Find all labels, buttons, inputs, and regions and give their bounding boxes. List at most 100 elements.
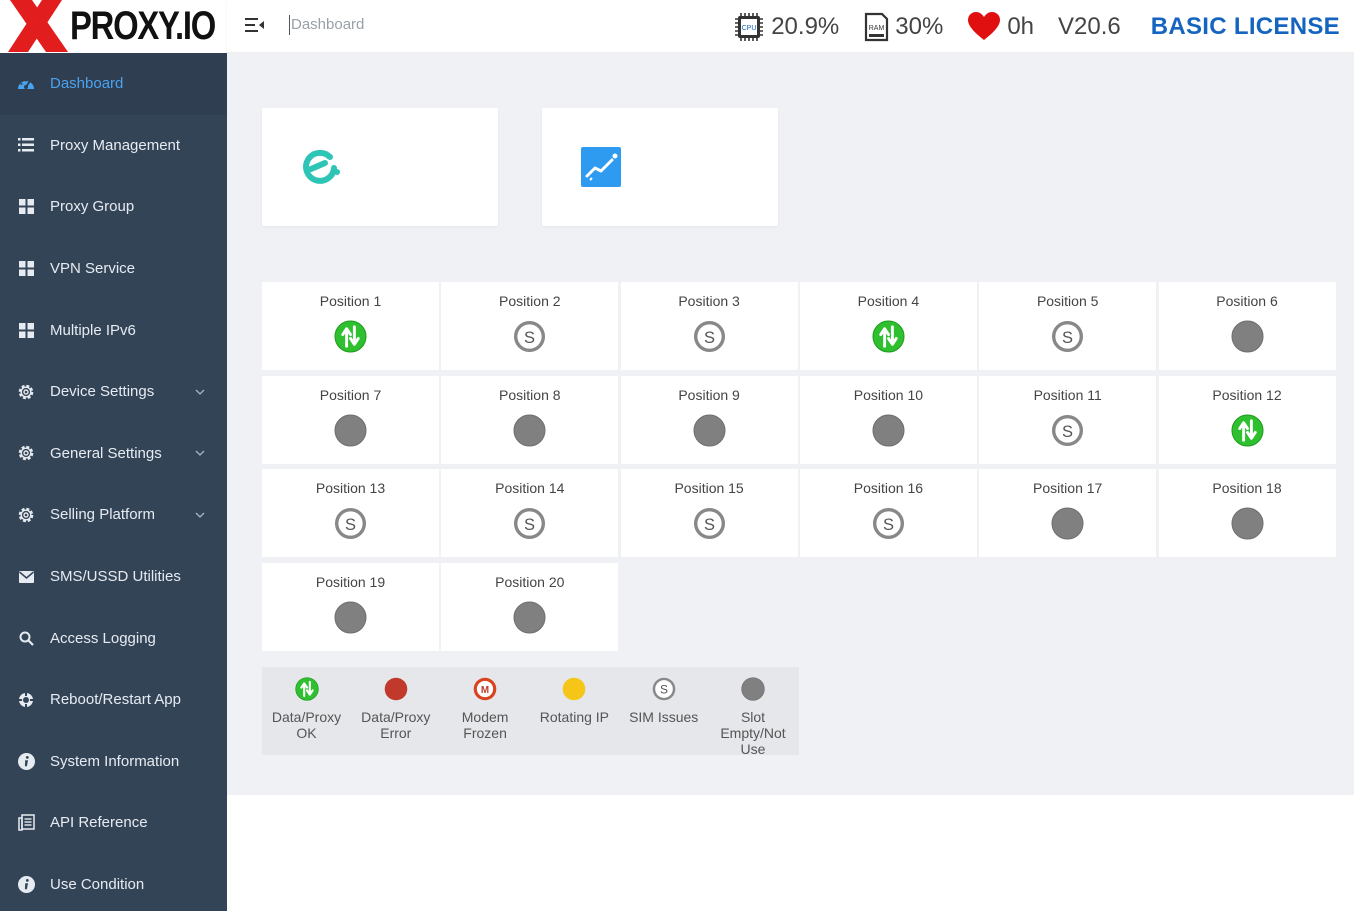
status-ok-icon[interactable] <box>872 320 905 353</box>
license-label[interactable]: BASIC LICENSE <box>1151 13 1340 41</box>
position-label: Position 7 <box>319 386 382 403</box>
topbar: Dashboard CPU 20.9% RAM 30% 0h V20.6 BAS… <box>227 0 1354 53</box>
status-empty-icon[interactable] <box>872 414 905 447</box>
legend-item: Data/Proxy Error <box>351 677 440 741</box>
status-empty-icon[interactable] <box>1230 320 1264 353</box>
position-cell[interactable]: Position 12 <box>1158 375 1336 464</box>
grid-icon <box>17 321 35 339</box>
list-icon <box>17 136 35 154</box>
cpu-icon: CPU <box>735 12 764 41</box>
position-cell[interactable]: Position 8 <box>441 375 619 464</box>
position-cell[interactable]: Position 18 <box>1158 469 1336 558</box>
position-label: Position 10 <box>853 386 924 403</box>
widget-card-chart[interactable] <box>542 108 778 226</box>
status-ok-icon[interactable] <box>334 320 367 353</box>
legend-ok-icon <box>294 677 319 701</box>
position-cell[interactable]: Position 9 <box>620 375 798 464</box>
status-bar: CPU 20.9% RAM 30% 0h V20.6 BASIC LICENSE <box>709 0 1340 53</box>
sidebar-item-label: Access Logging <box>50 629 156 647</box>
sidebar-item-label: API Reference <box>50 814 148 832</box>
svg-text:S: S <box>704 329 715 347</box>
legend-rotating-icon <box>563 677 586 701</box>
position-label: Position 4 <box>857 293 920 309</box>
position-cell[interactable]: Position 17 <box>979 469 1157 558</box>
position-label: Position 1 <box>319 293 382 309</box>
sidebar-item-reboot-restart[interactable]: Reboot/Restart App <box>0 669 227 731</box>
svg-text:S: S <box>704 516 715 534</box>
status-empty-icon[interactable] <box>334 414 367 447</box>
position-cell[interactable]: Position 4 <box>799 282 977 370</box>
position-cell[interactable]: Position 11 S <box>979 375 1157 464</box>
position-cell[interactable]: Position 2 S <box>441 282 619 370</box>
legend-empty-icon <box>741 677 765 701</box>
footer-area <box>227 795 1354 911</box>
position-label: Position 3 <box>678 293 740 309</box>
status-sim-icon[interactable]: S <box>513 320 546 353</box>
position-label: Position 8 <box>499 386 561 403</box>
main-content: Position 1 Position 2 S Position 3 S Position… <box>227 53 1354 795</box>
position-cell[interactable]: Position 1 <box>262 282 439 370</box>
sidebar-item-selling-platform[interactable]: Selling Platform <box>0 484 227 546</box>
sidebar-item-general-settings[interactable]: General Settings <box>0 423 227 485</box>
status-sim-icon[interactable]: S <box>334 507 367 540</box>
sidebar-item-sms-ussd[interactable]: SMS/USSD Utilities <box>0 546 227 608</box>
status-empty-icon[interactable] <box>513 601 546 634</box>
position-cell[interactable]: Position 20 <box>441 562 619 651</box>
status-sim-icon[interactable]: S <box>693 320 726 353</box>
sidebar-item-vpn-service[interactable]: VPN Service <box>0 238 227 300</box>
svg-text:S: S <box>524 329 535 347</box>
status-empty-icon[interactable] <box>334 601 367 634</box>
trend-chart-icon <box>581 147 621 187</box>
breadcrumb: Dashboard <box>289 15 365 35</box>
status-sim-icon[interactable]: S <box>1051 320 1084 353</box>
menu-toggle-icon[interactable] <box>245 16 265 34</box>
status-empty-icon[interactable] <box>513 414 546 447</box>
svg-text:S: S <box>345 516 356 534</box>
position-cell[interactable]: Position 5 S <box>979 282 1157 370</box>
status-sim-icon[interactable]: S <box>1051 414 1084 447</box>
sidebar-item-proxy-management[interactable]: Proxy Management <box>0 115 227 177</box>
sidebar-item-device-settings[interactable]: Device Settings <box>0 361 227 423</box>
status-empty-icon[interactable] <box>693 414 726 447</box>
widget-card-e[interactable] <box>262 108 498 226</box>
position-label: Position 5 <box>1036 293 1099 309</box>
dashboard-icon <box>17 75 35 93</box>
position-cell[interactable]: Position 10 <box>799 375 977 464</box>
svg-text:S: S <box>524 516 535 534</box>
status-empty-icon[interactable] <box>1051 507 1084 540</box>
status-sim-icon[interactable]: S <box>872 507 905 540</box>
cpu-chip-label: CPU <box>742 25 757 32</box>
position-cell[interactable]: Position 3 S <box>620 282 798 370</box>
status-ok-icon[interactable] <box>1230 414 1264 447</box>
sidebar-item-proxy-group[interactable]: Proxy Group <box>0 176 227 238</box>
sidebar-item-multiple-ipv6[interactable]: Multiple IPv6 <box>0 299 227 361</box>
chevron-down-icon <box>195 389 205 395</box>
position-cell[interactable]: Position 13 S <box>262 469 439 558</box>
position-cell[interactable]: Position 16 S <box>799 469 977 558</box>
position-cell[interactable]: Position 6 <box>1158 282 1336 370</box>
legend-frozen-icon: M <box>473 677 497 701</box>
svg-text:S: S <box>1062 422 1073 440</box>
legend-item: Slot Empty/Not Use <box>709 677 798 755</box>
chevron-down-icon <box>195 450 205 457</box>
status-sim-icon[interactable]: S <box>513 507 546 540</box>
sidebar-item-api-reference[interactable]: API Reference <box>0 792 227 854</box>
position-cell[interactable]: Position 15 S <box>620 469 798 558</box>
sidebar-item-dashboard[interactable]: Dashboard <box>0 53 227 115</box>
svg-text:M: M <box>481 685 489 696</box>
brand-logo[interactable]: PROXY.IO <box>0 0 227 53</box>
status-empty-icon[interactable] <box>1230 507 1264 540</box>
legend-label: Data/Proxy OK <box>271 709 342 741</box>
position-label: Position 17 <box>1033 480 1103 497</box>
position-cell[interactable]: Position 14 S <box>441 469 619 558</box>
sidebar-item-access-logging[interactable]: Access Logging <box>0 607 227 669</box>
legend-label: Modem Frozen <box>461 709 509 741</box>
logo-x-mark <box>8 0 68 52</box>
position-cell[interactable]: Position 19 <box>262 562 439 651</box>
sidebar-item-use-condition[interactable]: Use Condition <box>0 854 227 911</box>
status-sim-icon[interactable]: S <box>693 507 726 540</box>
sidebar-item-system-information[interactable]: System Information <box>0 731 227 793</box>
legend-error-icon <box>384 677 408 701</box>
position-cell[interactable]: Position 7 <box>262 375 439 464</box>
position-label: Position 13 <box>315 480 386 497</box>
